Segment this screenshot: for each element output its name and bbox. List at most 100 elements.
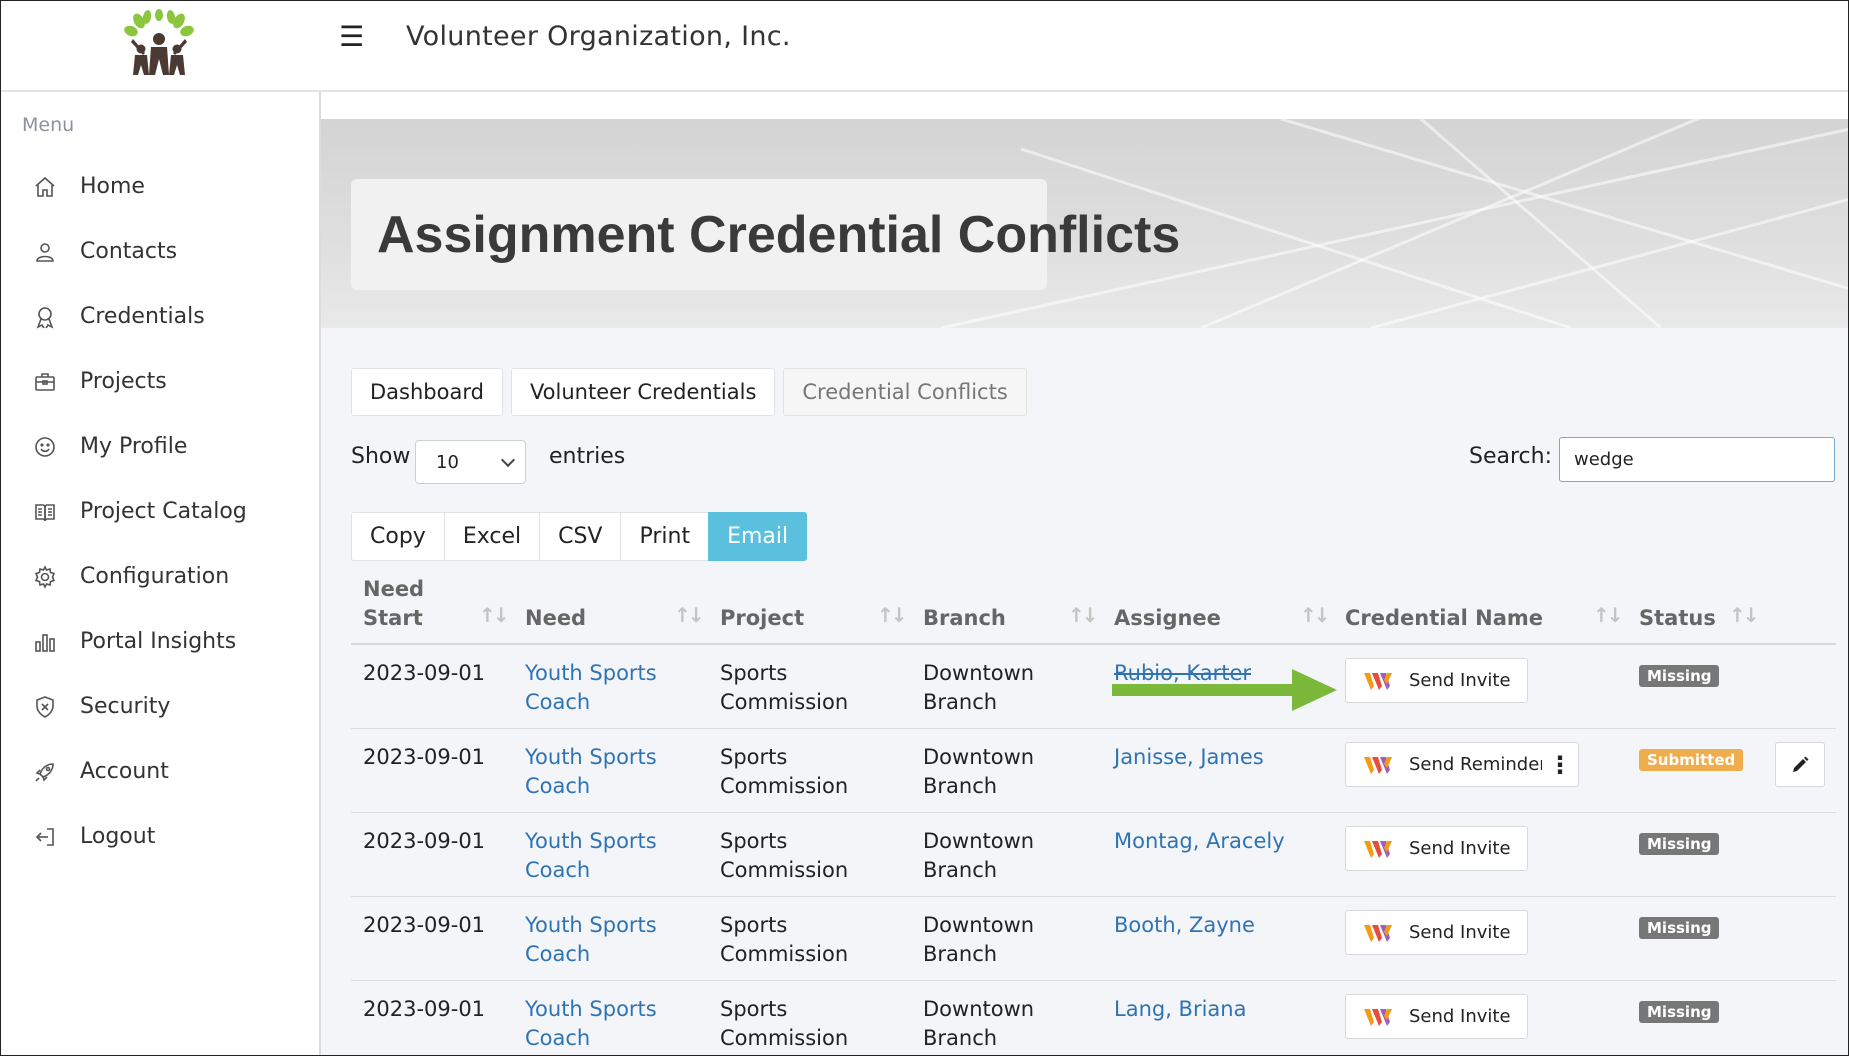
- need-start-cell: 2023-09-01: [363, 829, 486, 853]
- branch-cell: Downtown Branch: [923, 913, 1035, 966]
- sidebar-item-account[interactable]: Account: [1, 739, 319, 804]
- need-start-cell: 2023-09-01: [363, 661, 486, 685]
- credentials-icon: [36, 306, 54, 329]
- assignee-link[interactable]: Janisse, James: [1114, 743, 1264, 772]
- need-link[interactable]: Youth Sports Coach: [525, 911, 675, 969]
- assignee-link[interactable]: Rubio, Karter: [1114, 659, 1251, 688]
- sort-icon[interactable]: ↑↓: [877, 603, 907, 627]
- sidebar-item-credentials[interactable]: Credentials: [1, 284, 319, 349]
- briefcase-icon: [35, 372, 55, 391]
- need-link[interactable]: Youth Sports Coach: [525, 995, 675, 1053]
- need-link[interactable]: Youth Sports Coach: [525, 743, 675, 801]
- sort-icon[interactable]: ↑↓: [1729, 603, 1759, 627]
- sidebar-item-label: Credentials: [80, 304, 205, 329]
- copy-button[interactable]: Copy: [351, 512, 444, 561]
- branch-cell: Downtown Branch: [923, 745, 1035, 798]
- bar-chart-icon: [35, 633, 55, 652]
- sidebar-item-label: Logout: [80, 824, 156, 849]
- app-title: Volunteer Organization, Inc.: [406, 21, 791, 52]
- gear-icon: [34, 564, 56, 589]
- tab-dashboard[interactable]: Dashboard: [351, 368, 503, 416]
- column-header-need-start[interactable]: Need Start: [363, 575, 473, 633]
- sidebar-nav: Home Contacts Credentials Projects My Pr…: [1, 154, 319, 869]
- sidebar-item-security[interactable]: Security: [1, 674, 319, 739]
- table-row: 2023-09-01 Youth Sports Coach Sports Com…: [351, 729, 1836, 813]
- smiley-icon: [35, 436, 55, 457]
- conflicts-table: Need Start ↑↓ Need ↑↓ Project ↑↓ Branch …: [351, 577, 1836, 1055]
- sidebar-item-label: My Profile: [80, 434, 188, 459]
- table-header: Need Start ↑↓ Need ↑↓ Project ↑↓ Branch …: [351, 577, 1836, 645]
- table-row: 2023-09-01 Youth Sports Coach Sports Com…: [351, 897, 1836, 981]
- contacts-icon: [36, 242, 54, 262]
- project-cell: Sports Commission: [720, 997, 849, 1050]
- column-header-project[interactable]: Project: [720, 604, 804, 633]
- assignee-link[interactable]: Montag, Aracely: [1114, 827, 1285, 856]
- sidebar-item-home[interactable]: Home: [1, 154, 319, 219]
- search-label: Search:: [1469, 444, 1552, 469]
- send-reminder-button[interactable]: Send Reminder: [1345, 742, 1564, 787]
- column-header-need[interactable]: Need: [525, 604, 586, 633]
- vertical-ellipsis-icon: ⋮: [1548, 750, 1572, 779]
- column-header-assignee[interactable]: Assignee: [1114, 604, 1221, 633]
- send-invite-button[interactable]: Send Invite: [1345, 994, 1528, 1039]
- sort-icon[interactable]: ↑↓: [1300, 603, 1330, 627]
- sidebar-item-project-catalog[interactable]: Project Catalog: [1, 479, 319, 544]
- column-header-branch[interactable]: Branch: [923, 604, 1006, 633]
- main-content: Assignment Credential Conflicts Dashboar…: [321, 92, 1848, 1055]
- export-button-group: Copy Excel CSV Print Email: [351, 512, 808, 561]
- show-label: Show: [351, 444, 411, 469]
- sidebar-item-projects[interactable]: Projects: [1, 349, 319, 414]
- sidebar-item-label: Configuration: [80, 564, 230, 589]
- csv-button[interactable]: CSV: [539, 512, 621, 561]
- sidebar-item-my-profile[interactable]: My Profile: [1, 414, 319, 479]
- sidebar-item-portal-insights[interactable]: Portal Insights: [1, 609, 319, 674]
- sidebar-item-logout[interactable]: Logout: [1, 804, 319, 869]
- tab-bar: Dashboard Volunteer Credentials Credenti…: [351, 368, 1027, 416]
- button-label: Send Invite: [1409, 922, 1511, 943]
- project-cell: Sports Commission: [720, 829, 849, 882]
- tab-credential-conflicts[interactable]: Credential Conflicts: [783, 368, 1027, 416]
- home-icon: [35, 176, 55, 197]
- send-invite-button[interactable]: Send Invite: [1345, 910, 1528, 955]
- send-invite-button[interactable]: Send Invite: [1345, 658, 1528, 703]
- more-options-button[interactable]: ⋮: [1542, 742, 1579, 787]
- page-title-card: Assignment Credential Conflicts: [351, 179, 1180, 290]
- print-button[interactable]: Print: [620, 512, 709, 561]
- need-link[interactable]: Youth Sports Coach: [525, 659, 675, 717]
- wedge-logo-icon: [1364, 756, 1392, 774]
- column-header-credential-name[interactable]: Credential Name: [1345, 604, 1543, 633]
- branch-cell: Downtown Branch: [923, 997, 1035, 1050]
- need-start-cell: 2023-09-01: [363, 745, 486, 769]
- branch-cell: Downtown Branch: [923, 661, 1035, 714]
- tab-volunteer-credentials[interactable]: Volunteer Credentials: [510, 368, 776, 416]
- status-badge: Submitted: [1639, 749, 1744, 771]
- rocket-icon: [35, 762, 54, 782]
- email-button[interactable]: Email: [708, 512, 808, 561]
- hamburger-menu-icon[interactable]: ☰: [339, 23, 364, 51]
- entries-select[interactable]: 10: [415, 440, 526, 484]
- excel-button[interactable]: Excel: [443, 512, 540, 561]
- wedge-logo-icon: [1364, 672, 1392, 690]
- send-invite-button[interactable]: Send Invite: [1345, 826, 1528, 871]
- sidebar-item-label: Contacts: [80, 239, 178, 264]
- search-input[interactable]: [1559, 437, 1835, 482]
- sidebar-item-configuration[interactable]: Configuration: [1, 544, 319, 609]
- sort-icon[interactable]: ↑↓: [479, 603, 509, 627]
- assignee-link[interactable]: Booth, Zayne: [1114, 911, 1255, 940]
- column-header-status[interactable]: Status: [1639, 604, 1716, 633]
- page-title: Assignment Credential Conflicts: [377, 206, 1181, 264]
- organization-logo: [124, 9, 194, 75]
- sidebar-item-contacts[interactable]: Contacts: [1, 219, 319, 284]
- sort-icon[interactable]: ↑↓: [1593, 603, 1623, 627]
- assignee-link[interactable]: Lang, Briana: [1114, 995, 1246, 1024]
- sort-icon[interactable]: ↑↓: [1068, 603, 1098, 627]
- need-link[interactable]: Youth Sports Coach: [525, 827, 675, 885]
- button-label: Send Invite: [1409, 1006, 1511, 1027]
- table-row: 2023-09-01 Youth Sports Coach Sports Com…: [351, 813, 1836, 897]
- book-icon: [35, 503, 55, 521]
- sort-icon[interactable]: ↑↓: [674, 603, 704, 627]
- chevron-down-icon: [500, 452, 516, 468]
- sidebar-item-label: Account: [80, 759, 169, 784]
- edit-button[interactable]: [1775, 742, 1825, 787]
- shield-icon: [36, 695, 54, 718]
